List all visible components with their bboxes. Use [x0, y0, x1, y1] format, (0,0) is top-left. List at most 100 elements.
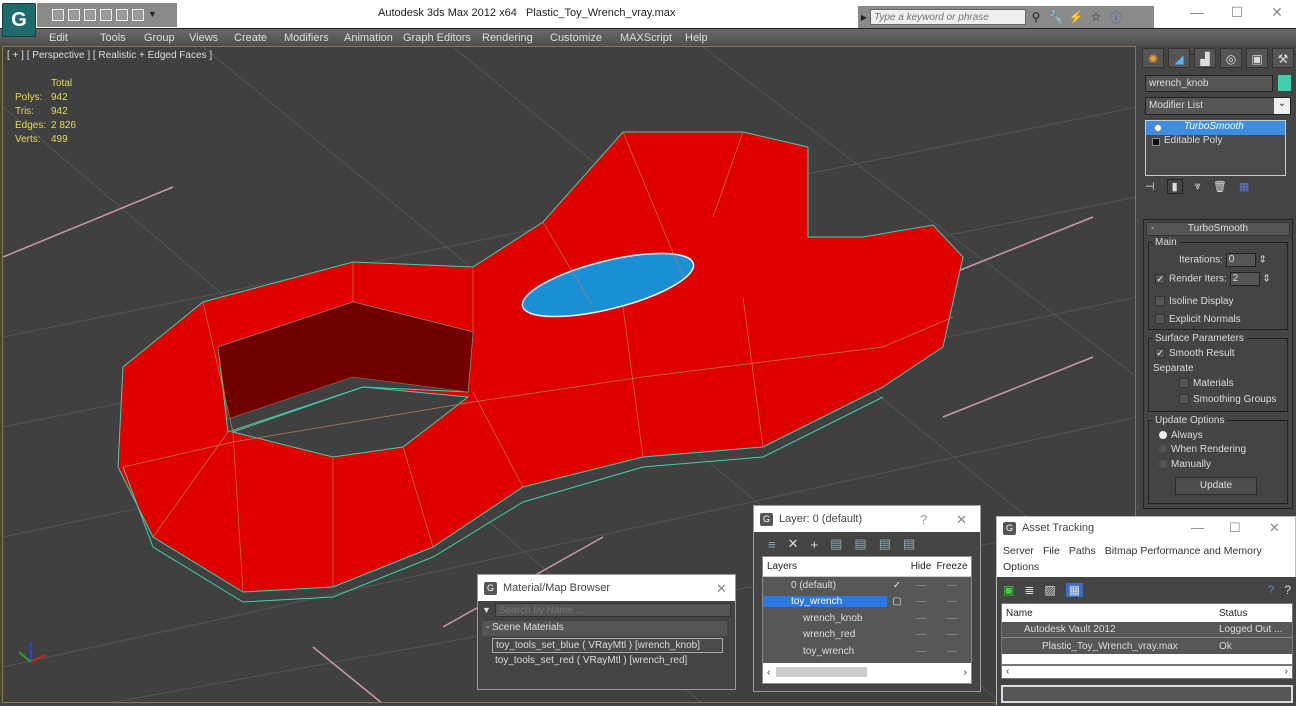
object-name-field[interactable]: wrench_knob: [1145, 75, 1273, 92]
column-header[interactable]: Status: [1215, 608, 1247, 619]
layer-row[interactable]: toy_wrench ▢ — —: [763, 594, 971, 611]
asset-menu-server[interactable]: Server: [1003, 545, 1034, 557]
modify-tab-icon[interactable]: ◢: [1168, 48, 1190, 68]
hide-all-icon[interactable]: ▤: [879, 536, 891, 552]
menu-animation[interactable]: Animation: [344, 32, 403, 44]
asset-menu-options[interactable]: Options: [1003, 559, 1280, 575]
table-view-icon[interactable]: ▦: [1065, 583, 1084, 597]
close-button[interactable]: ✕: [1269, 520, 1280, 536]
hide-toggle[interactable]: —: [907, 613, 935, 624]
menu-help[interactable]: Help: [685, 32, 715, 44]
hierarchy-tab-icon[interactable]: ▟: [1194, 48, 1216, 68]
utilities-tab-icon[interactable]: ⚒: [1272, 48, 1294, 68]
minimize-button[interactable]: —: [1182, 4, 1212, 20]
horizontal-scrollbar[interactable]: ‹ ›: [1001, 665, 1293, 679]
isoline-display-checkbox[interactable]: [1155, 296, 1165, 307]
freeze-toggle[interactable]: —: [935, 580, 969, 591]
layer-row[interactable]: toy_wrench — —: [763, 643, 971, 660]
thumbnail-view-icon[interactable]: ▨: [1044, 583, 1055, 597]
app-logo-button[interactable]: G: [2, 3, 36, 37]
render-iters-spinner[interactable]: 2: [1229, 272, 1260, 286]
menu-views[interactable]: Views: [189, 32, 234, 44]
column-header[interactable]: Freeze: [935, 561, 969, 572]
stack-item-turbosmooth[interactable]: TurboSmooth: [1146, 121, 1285, 135]
maximize-button[interactable]: ☐: [1222, 4, 1252, 21]
current-layer-indicator[interactable]: ▢: [887, 596, 907, 607]
show-end-result-icon[interactable]: ▮: [1166, 179, 1183, 194]
expand-icon[interactable]: [1152, 138, 1160, 146]
create-layer-icon[interactable]: ≡: [768, 537, 776, 552]
modifier-list-dropdown[interactable]: Modifier List ⌄: [1145, 97, 1291, 115]
expand-icon[interactable]: ▶: [858, 13, 870, 22]
close-button[interactable]: ✕: [956, 512, 967, 528]
freeze-toggle[interactable]: —: [935, 629, 969, 640]
layer-row[interactable]: 0 (default) ✓ — —: [763, 577, 971, 594]
help-button[interactable]: ?: [920, 512, 927, 527]
column-header[interactable]: Layers: [763, 561, 887, 572]
always-radio[interactable]: [1159, 431, 1167, 440]
fetch-icon[interactable]: [132, 9, 144, 21]
refresh-icon[interactable]: ▣: [1003, 583, 1014, 597]
pin-stack-icon[interactable]: ⊣: [1145, 180, 1155, 193]
make-unique-icon[interactable]: ⩔: [1195, 180, 1201, 193]
undo-icon[interactable]: [84, 9, 96, 21]
explicit-normals-checkbox[interactable]: [1155, 314, 1165, 325]
close-button[interactable]: ✕: [716, 581, 727, 597]
freeze-toggle[interactable]: —: [935, 613, 969, 624]
viewport-label[interactable]: [ + ] [ Perspective ] [ Realistic + Edge…: [7, 50, 212, 61]
help-off-icon[interactable]: ?: [1284, 583, 1291, 597]
scroll-left-icon[interactable]: ‹: [767, 667, 770, 678]
help-icon[interactable]: ?: [1268, 583, 1275, 597]
save-icon[interactable]: [68, 9, 80, 21]
menu-maxscript[interactable]: MAXScript: [620, 32, 685, 44]
asset-row[interactable]: Plastic_Toy_Wrench_vray.max Ok: [1002, 638, 1292, 654]
hide-toggle[interactable]: —: [907, 580, 935, 591]
key-icon[interactable]: 🔧: [1046, 10, 1066, 24]
chevron-down-icon[interactable]: ▼: [148, 9, 157, 21]
material-search-input[interactable]: [494, 603, 731, 617]
hide-toggle[interactable]: —: [907, 596, 935, 607]
hide-toggle[interactable]: —: [907, 629, 935, 640]
stack-item-editable-poly[interactable]: Editable Poly: [1146, 135, 1285, 149]
freeze-toggle[interactable]: —: [935, 646, 969, 657]
maximize-button[interactable]: ☐: [1229, 520, 1241, 536]
help-icon[interactable]: ⓘ: [1106, 9, 1126, 26]
add-to-layer-icon[interactable]: +: [811, 537, 819, 552]
menu-tools[interactable]: Tools: [100, 32, 144, 44]
select-objects-icon[interactable]: ▤: [830, 536, 842, 552]
material-item[interactable]: toy_tools_set_blue ( VRayMtl ) [wrench_k…: [492, 638, 723, 653]
search-input[interactable]: [870, 9, 1026, 25]
scene-materials-header[interactable]: - Scene Materials: [482, 621, 727, 636]
smoothing-groups-checkbox[interactable]: [1179, 394, 1189, 405]
column-header[interactable]: Hide: [907, 561, 935, 572]
asset-menu-file[interactable]: File: [1043, 545, 1060, 557]
when-rendering-radio[interactable]: [1159, 445, 1167, 454]
list-view-icon[interactable]: ≣: [1024, 583, 1034, 597]
configure-sets-icon[interactable]: ▦: [1239, 180, 1249, 193]
options-icon[interactable]: ▼: [482, 605, 491, 615]
create-tab-icon[interactable]: ✺: [1142, 48, 1164, 68]
bulb-icon[interactable]: [1154, 124, 1162, 132]
smooth-result-checkbox[interactable]: ✓: [1155, 348, 1165, 359]
layer-row[interactable]: wrench_red — —: [763, 627, 971, 644]
menu-modifiers[interactable]: Modifiers: [284, 32, 344, 44]
menu-customize[interactable]: Customize: [550, 32, 620, 44]
freeze-toggle[interactable]: —: [935, 596, 969, 607]
object-color-swatch[interactable]: [1278, 75, 1291, 91]
asset-menu-paths[interactable]: Paths: [1069, 545, 1096, 557]
asset-menu-bitmap-performance-and-memory[interactable]: Bitmap Performance and Memory: [1105, 545, 1262, 557]
menu-group[interactable]: Group: [144, 32, 189, 44]
chevron-down-icon[interactable]: ⌄: [1274, 98, 1290, 114]
display-tab-icon[interactable]: ▣: [1246, 48, 1268, 68]
open-icon[interactable]: [52, 9, 64, 21]
minimize-button[interactable]: —: [1191, 520, 1204, 535]
rollout-header[interactable]: - TurboSmooth: [1146, 222, 1290, 236]
menu-graph-editors[interactable]: Graph Editors: [403, 32, 482, 44]
horizontal-scrollbar[interactable]: ‹ ›: [763, 663, 971, 681]
render-iters-checkbox[interactable]: ✓: [1155, 274, 1165, 284]
satellite-icon[interactable]: ⚡: [1066, 10, 1086, 24]
highlight-layer-icon[interactable]: ▤: [854, 536, 866, 552]
redo-icon[interactable]: [100, 9, 112, 21]
hide-toggle[interactable]: —: [907, 646, 935, 657]
remove-modifier-icon[interactable]: 🗑: [1213, 180, 1227, 193]
